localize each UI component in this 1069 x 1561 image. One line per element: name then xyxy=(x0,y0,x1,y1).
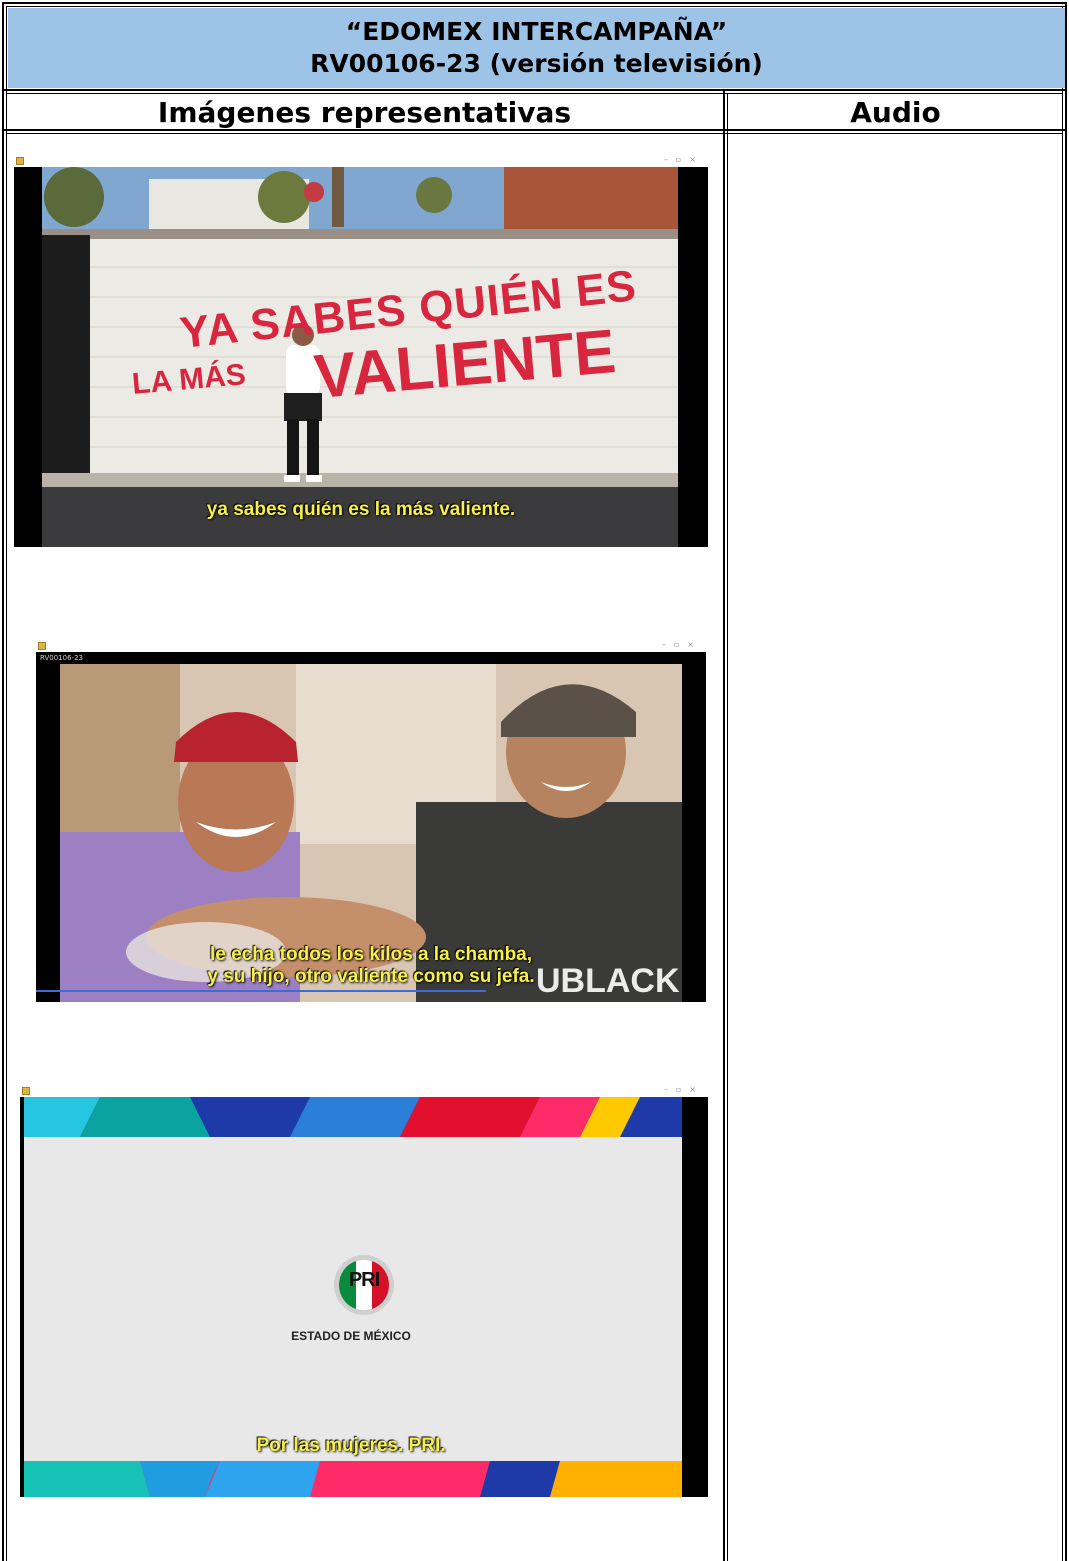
video-area: RV00106-23 UBLACK le echa todos los kilo… xyxy=(36,652,706,1002)
video-frame-3: –▫× PRI ESTADO DE MÉXICO Por las mujeres… xyxy=(20,1085,708,1497)
window-controls: –▫× xyxy=(663,155,704,164)
subtitle-2-line-1: le echa todos los kilos a la chamba, xyxy=(209,944,533,965)
player-app-icon xyxy=(38,642,46,650)
border-top-outer xyxy=(2,2,1067,4)
border-right-inner xyxy=(1062,6,1063,1561)
player-app-icon xyxy=(16,157,24,165)
player-app-icon xyxy=(22,1087,30,1095)
border-left-inner xyxy=(6,6,7,1561)
video-area: YA SABES QUIÉN ES LA MÁS VALIENTE ya sab… xyxy=(14,167,708,547)
subtitle-2-line-2: y su hijo, otro valiente como su jefa. xyxy=(207,966,535,987)
window-controls: –▫× xyxy=(661,640,702,649)
video-area: PRI ESTADO DE MÉXICO Por las mujeres. PR… xyxy=(20,1097,708,1497)
subtitle-1: ya sabes quién es la más valiente. xyxy=(206,499,516,520)
column-separator-inner xyxy=(727,93,728,1561)
audio-column-header: Audio xyxy=(850,95,941,129)
player-titlebar: –▫× xyxy=(20,1085,708,1097)
border-left-outer xyxy=(2,2,4,1561)
window-controls: –▫× xyxy=(663,1085,704,1094)
column-separator xyxy=(723,89,725,1561)
player-titlebar: –▫× xyxy=(36,640,706,652)
title-line-2: RV00106-23 (versión televisión) xyxy=(310,49,763,78)
document-title: “EDOMEX INTERCAMPAÑA” RV00106-23 (versió… xyxy=(8,8,1065,88)
subtitle-2: le echa todos los kilos a la chamba, y s… xyxy=(36,944,706,988)
row-separator-2b xyxy=(6,133,1063,134)
pri-logo-caption: ESTADO DE MÉXICO xyxy=(291,1329,411,1343)
border-top-inner xyxy=(6,6,1067,7)
player-titlebar: –▫× xyxy=(14,155,708,167)
images-column-header: Imágenes representativas xyxy=(157,95,572,129)
window-title: RV00106-23 xyxy=(40,654,83,662)
pri-logo-text: PRI xyxy=(348,1269,380,1291)
subtitle-3: Por las mujeres. PRI. xyxy=(256,1435,446,1456)
title-line-1: “EDOMEX INTERCAMPAÑA” xyxy=(345,17,728,46)
row-separator-1 xyxy=(2,89,1067,91)
video-frame-1: –▫× YA SABES QUIÉN ES LA MÁS VALIENTE ya… xyxy=(14,155,708,547)
video-frame-2: –▫× RV00106-23 UBLACK le echa todos los … xyxy=(36,640,706,1002)
border-right-outer xyxy=(1065,2,1067,1561)
